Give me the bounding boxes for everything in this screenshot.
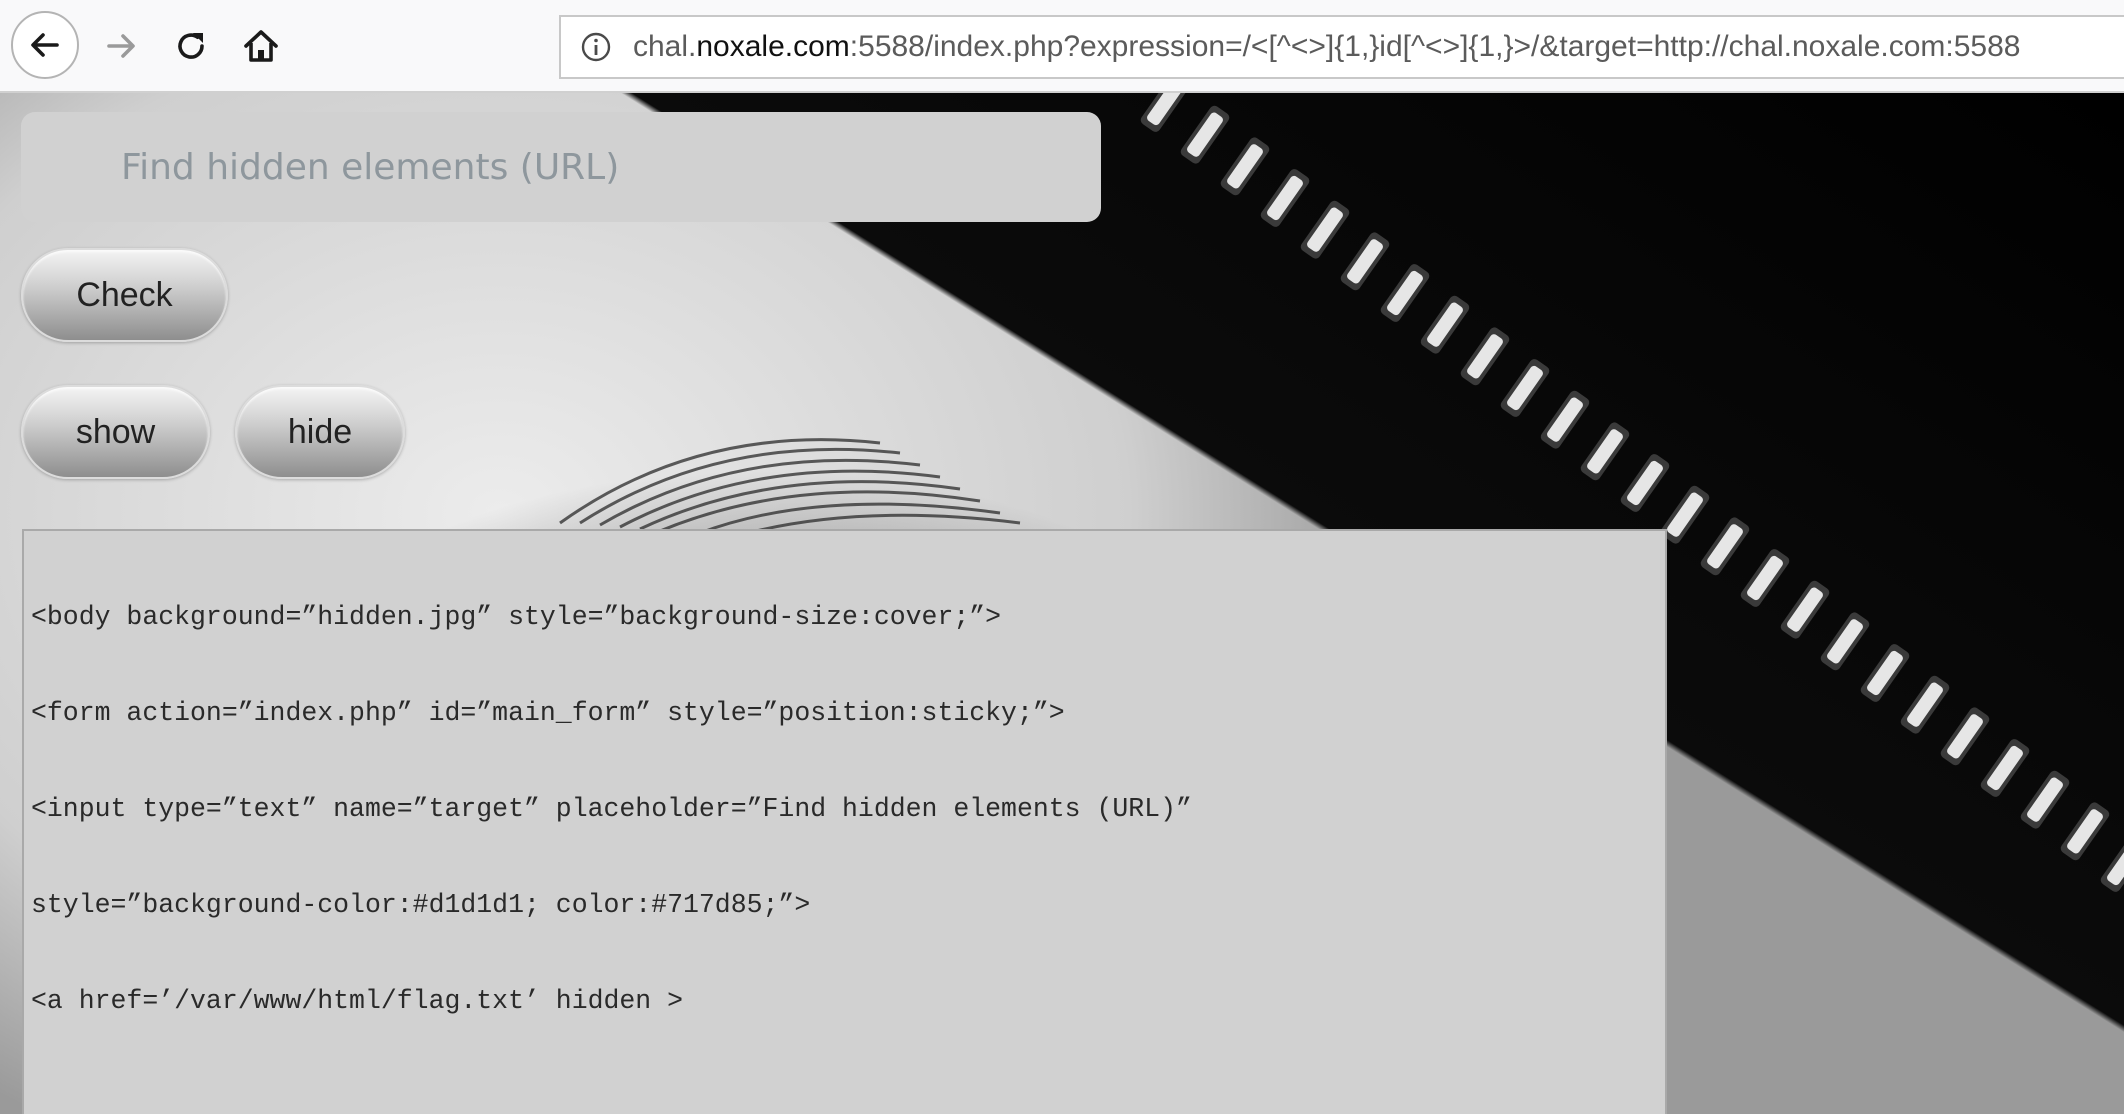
zipper-tooth [1220,137,1270,196]
back-button[interactable] [11,11,79,79]
source-line: <a href=’/var/www/html/flag.txt’ hidden … [31,986,684,1016]
check-button[interactable]: Check [21,248,228,342]
zipper-tooth [1180,105,1230,164]
zipper-tooth [2060,802,2110,861]
show-button[interactable]: show [21,385,210,479]
zipper-tooth [1260,169,1310,227]
home-button[interactable] [226,11,296,81]
back-arrow-icon [31,33,59,57]
zipper-tooth [1620,454,1670,512]
zipper-tooth [1700,517,1750,576]
source-code-textarea[interactable]: <body background=”hidden.jpg” style=”bac… [22,529,1667,1114]
forward-arrow-icon [107,34,135,58]
url-path: :5588/index.php?expression=/<[^<>]{1,}id… [849,30,2021,63]
source-line: <body background=”hidden.jpg” style=”bac… [31,602,1002,632]
zipper-tooth [1340,232,1390,291]
zipper-tooth [1300,200,1350,259]
zipper-tooth [1820,612,1870,671]
zipper-tooth [1740,549,1790,607]
reload-button[interactable] [156,11,226,81]
zipper-tooth [1500,359,1550,417]
zipper-tooth [1980,739,2030,797]
url-prefix: chal. [633,30,697,63]
forward-button[interactable] [86,11,156,81]
browser-toolbar: chal.noxale.com:5588/index.php?expressio… [0,0,2124,93]
zipper-tooth [1580,422,1630,481]
hide-button[interactable]: hide [235,385,405,479]
source-line: style=”background-color:#d1d1d1; color:#… [31,890,811,920]
url-domain: noxale.com [696,30,850,63]
zipper-tooth [1900,675,1950,734]
zipper-tooth [1380,264,1430,322]
url-bar[interactable]: chal.noxale.com:5588/index.php?expressio… [559,15,2124,79]
url-text: chal.noxale.com:5588/index.php?expressio… [633,30,2021,64]
zipper-tooth [1940,707,1990,766]
reload-icon [178,33,204,59]
zipper-tooth [1860,644,1910,702]
zipper-tooth [1780,580,1830,639]
info-icon[interactable] [579,30,613,64]
zipper-tooth [1460,327,1510,386]
zipper-tooth [1420,295,1470,354]
source-line: <input type=”text” name=”target” placeho… [31,794,1192,824]
page-body: Check show hide <body background=”hidden… [0,93,2124,1114]
source-line: <form action=”index.php” id=”main_form” … [31,698,1065,728]
zipper-tooth [1140,93,1190,132]
zipper-tooth [2100,834,2124,892]
zipper-tooth [2020,770,2070,829]
zipper-tooth [1540,390,1590,449]
home-icon [244,30,278,62]
target-url-input[interactable] [21,112,1101,222]
